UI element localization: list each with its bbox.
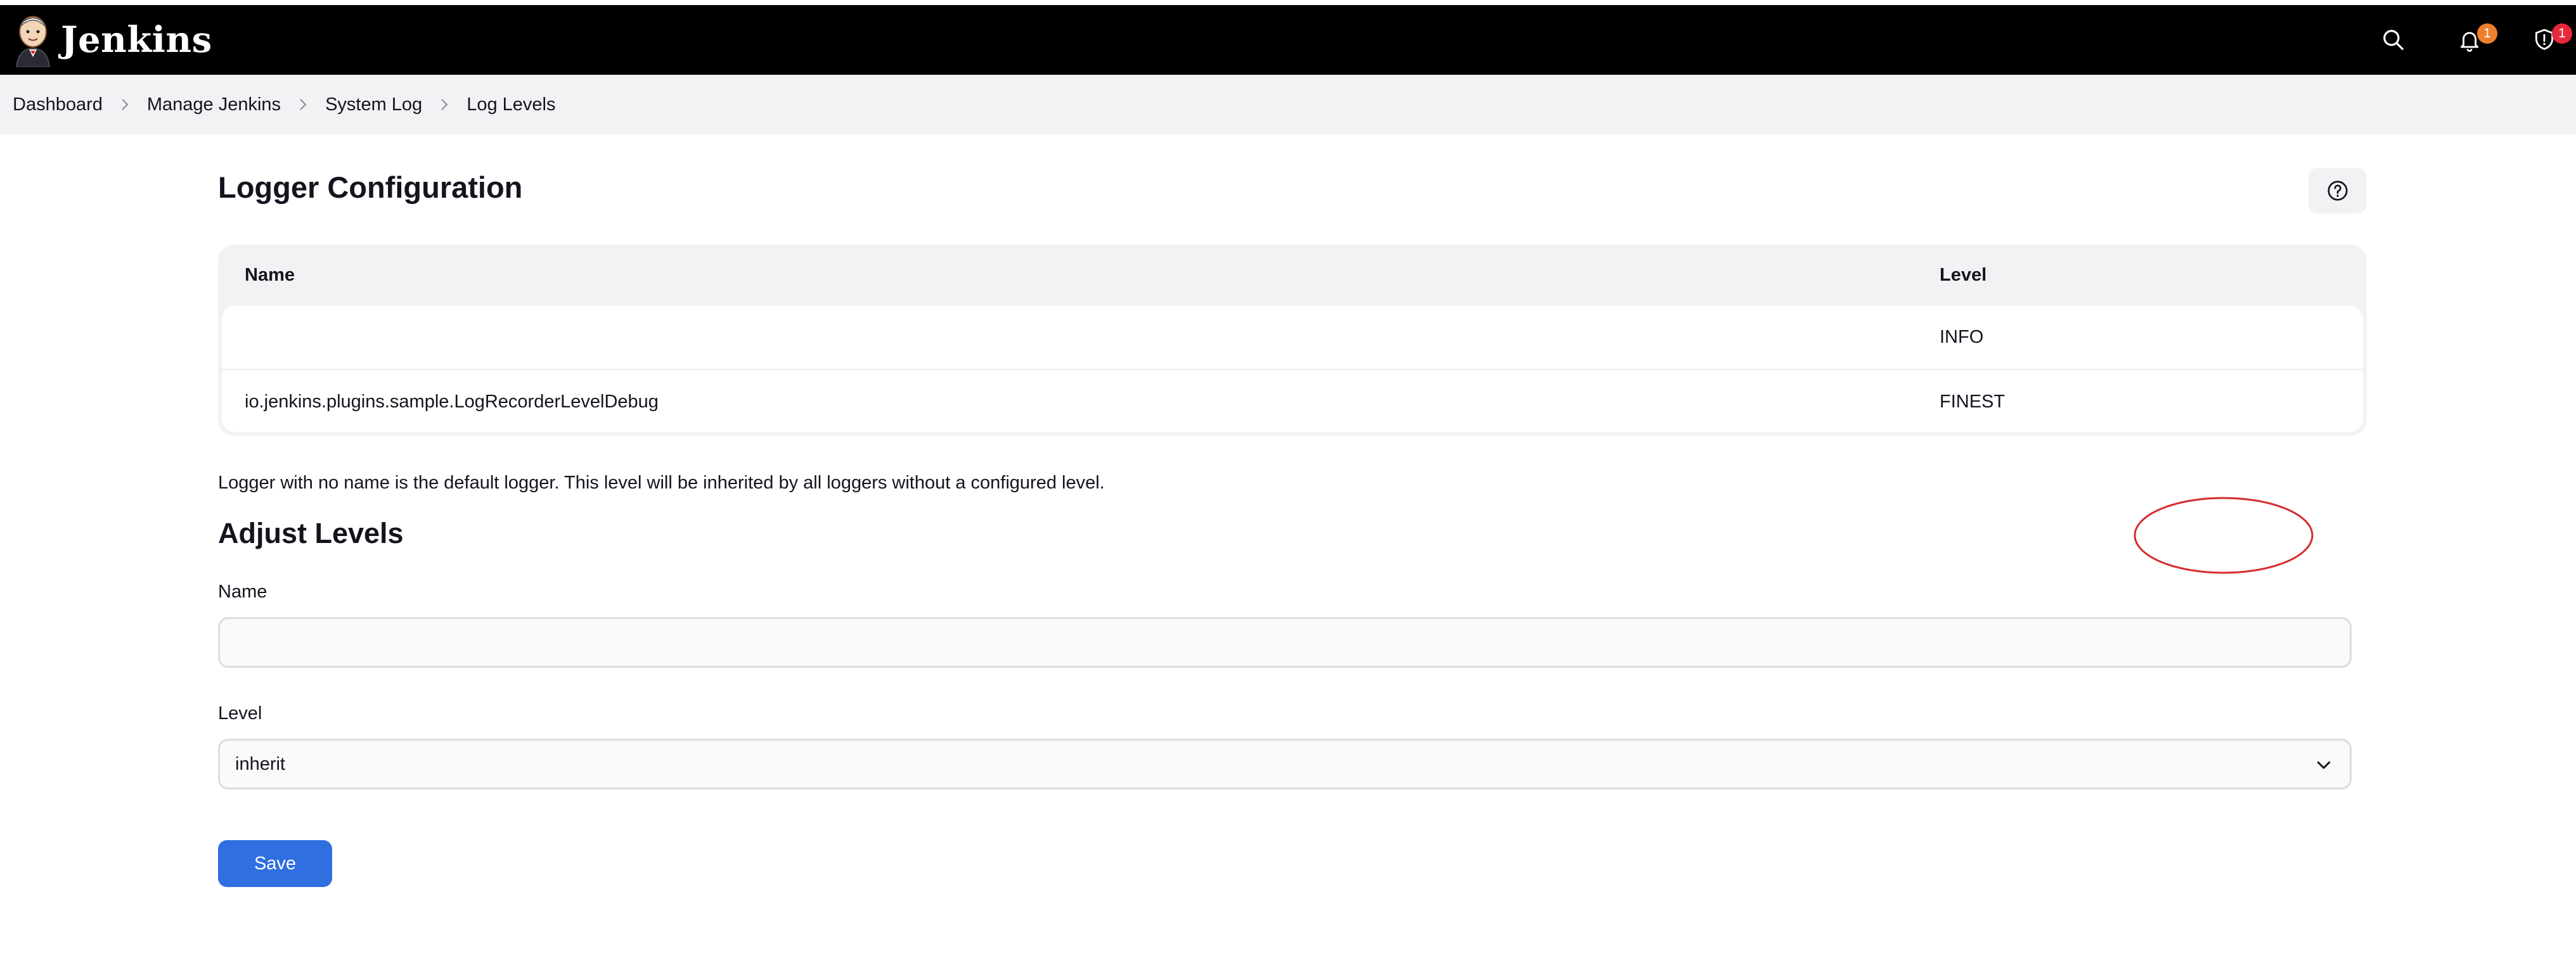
logger-level-cell: INFO <box>1940 326 1984 347</box>
level-field-label: Level <box>218 703 262 724</box>
logger-table: Name Level INFO io.jenkins.plugins.sampl… <box>218 245 2367 436</box>
jenkins-logo-icon <box>16 16 50 67</box>
breadcrumb-manage-jenkins[interactable]: Manage Jenkins <box>147 94 281 115</box>
search-button[interactable] <box>2374 21 2412 59</box>
logger-table-body: INFO io.jenkins.plugins.sample.LogRecord… <box>222 305 2363 432</box>
help-icon <box>2328 181 2348 201</box>
top-navigation-bar: Jenkins 1 1 <box>0 5 2576 75</box>
save-button[interactable]: Save <box>218 840 332 887</box>
security-button[interactable]: 1 <box>2525 21 2572 59</box>
chevron-right-icon <box>422 95 467 114</box>
breadcrumb: Dashboard Manage Jenkins System Log Log … <box>0 75 2576 134</box>
breadcrumb-log-levels[interactable]: Log Levels <box>467 94 555 115</box>
table-row: io.jenkins.plugins.sample.LogRecorderLev… <box>222 369 2363 432</box>
column-header-level: Level <box>1940 264 1987 285</box>
page-title: Logger Configuration <box>218 170 523 204</box>
chevron-right-icon <box>103 95 147 114</box>
notifications-button[interactable]: 1 <box>2450 21 2497 59</box>
logger-level-cell: FINEST <box>1940 391 2006 412</box>
column-header-name: Name <box>245 264 295 285</box>
security-badge: 1 <box>2552 23 2572 44</box>
chevron-right-icon <box>281 95 325 114</box>
app-name: Jenkins <box>61 19 212 61</box>
logger-name-input[interactable] <box>218 617 2352 668</box>
search-icon <box>2383 30 2404 50</box>
breadcrumb-dashboard[interactable]: Dashboard <box>13 94 103 115</box>
help-button[interactable] <box>2309 168 2367 214</box>
name-field-label: Name <box>218 582 267 602</box>
logger-name-cell: io.jenkins.plugins.sample.LogRecorderLev… <box>245 391 659 412</box>
level-select-value: inherit <box>235 753 285 774</box>
adjust-levels-heading: Adjust Levels <box>218 517 404 549</box>
default-logger-note: Logger with no name is the default logge… <box>218 473 1105 493</box>
level-select[interactable]: inherit <box>218 739 2352 789</box>
jenkins-home-link[interactable]: Jenkins <box>13 5 212 75</box>
breadcrumb-system-log[interactable]: System Log <box>325 94 422 115</box>
chevron-down-icon <box>2317 761 2331 769</box>
header-actions: 1 1 <box>2374 5 2576 75</box>
notifications-badge: 1 <box>2477 23 2497 44</box>
annotation-circle <box>2134 497 2314 574</box>
table-row: INFO <box>222 305 2363 369</box>
